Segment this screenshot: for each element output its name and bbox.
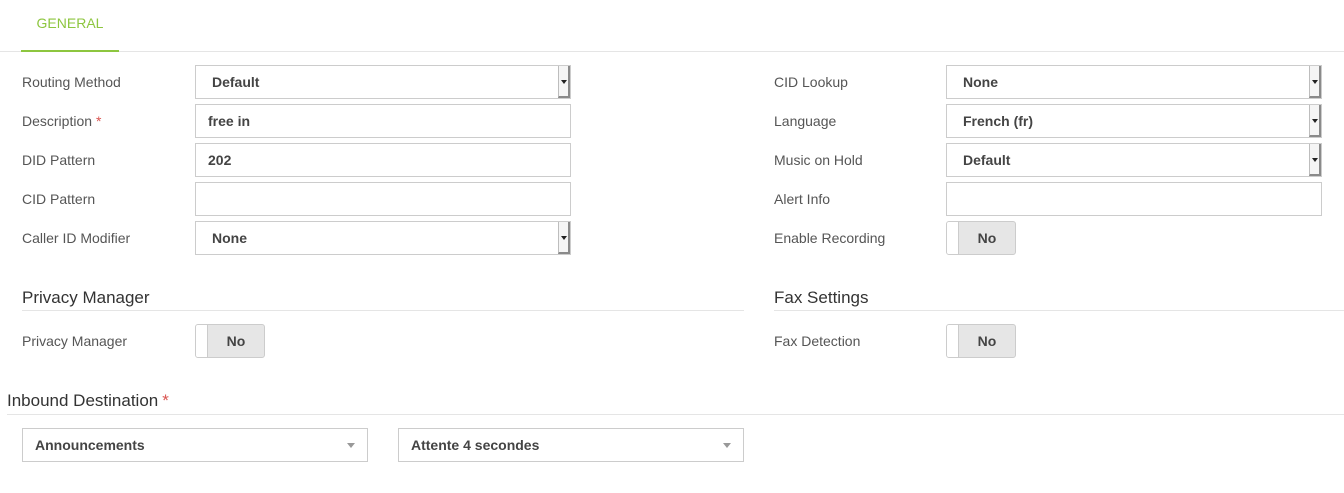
caller-id-modifier-select[interactable]: None (195, 221, 571, 255)
privacy-manager-label: Privacy Manager (22, 333, 128, 349)
did-pattern-input[interactable] (195, 143, 571, 177)
required-marker: * (96, 113, 102, 129)
routing-method-select[interactable]: Default (195, 65, 571, 99)
routing-method-value: Default (212, 74, 260, 90)
fax-settings-heading: Fax Settings (774, 288, 869, 307)
alert-info-label: Alert Info (774, 191, 831, 207)
dropdown-arrow-icon (1309, 105, 1321, 137)
destination-type-value: Announcements (35, 437, 145, 453)
dropdown-arrow-icon (558, 222, 570, 254)
tab-general[interactable]: GENERAL (21, 0, 119, 52)
description-label: Description * (22, 113, 102, 129)
toggle-knob (947, 325, 959, 357)
did-pattern-label: DID Pattern (22, 152, 96, 168)
language-select[interactable]: French (fr) (946, 104, 1322, 138)
cid-pattern-label: CID Pattern (22, 191, 96, 207)
dropdown-arrow-icon (1309, 66, 1321, 98)
privacy-manager-toggle[interactable]: No (195, 324, 265, 358)
caret-down-icon (723, 443, 731, 448)
required-marker: * (162, 391, 169, 410)
dropdown-arrow-icon (558, 66, 570, 98)
tab-bar: GENERAL (0, 0, 1344, 52)
description-input[interactable] (195, 104, 571, 138)
music-on-hold-value: Default (963, 152, 1011, 168)
toggle-knob (947, 222, 959, 254)
section-divider (22, 310, 744, 311)
section-divider (7, 414, 1344, 415)
enable-recording-value: No (977, 230, 997, 246)
fax-detection-value: No (977, 333, 997, 349)
fax-detection-toggle[interactable]: No (946, 324, 1016, 358)
toggle-knob (196, 325, 208, 357)
section-divider (774, 310, 1344, 311)
destination-target-select[interactable]: Attente 4 secondes (398, 428, 744, 462)
routing-method-label: Routing Method (22, 74, 121, 90)
music-on-hold-select[interactable]: Default (946, 143, 1322, 177)
cid-pattern-input[interactable] (195, 182, 571, 216)
cid-lookup-value: None (963, 74, 998, 90)
privacy-manager-heading: Privacy Manager (22, 288, 150, 307)
enable-recording-toggle[interactable]: No (946, 221, 1016, 255)
enable-recording-label: Enable Recording (774, 230, 886, 246)
caret-down-icon (347, 443, 355, 448)
fax-detection-label: Fax Detection (774, 333, 861, 349)
caller-id-modifier-value: None (212, 230, 247, 246)
alert-info-input[interactable] (946, 182, 1322, 216)
cid-lookup-select[interactable]: None (946, 65, 1322, 99)
caller-id-modifier-label: Caller ID Modifier (22, 230, 131, 246)
language-value: French (fr) (963, 113, 1033, 129)
dropdown-arrow-icon (1309, 144, 1321, 176)
cid-lookup-label: CID Lookup (774, 74, 848, 90)
privacy-manager-value: No (226, 333, 246, 349)
language-label: Language (774, 113, 837, 129)
music-on-hold-label: Music on Hold (774, 152, 863, 168)
destination-target-value: Attente 4 secondes (411, 437, 540, 453)
inbound-destination-heading: Inbound Destination * (7, 391, 169, 410)
destination-type-select[interactable]: Announcements (22, 428, 368, 462)
